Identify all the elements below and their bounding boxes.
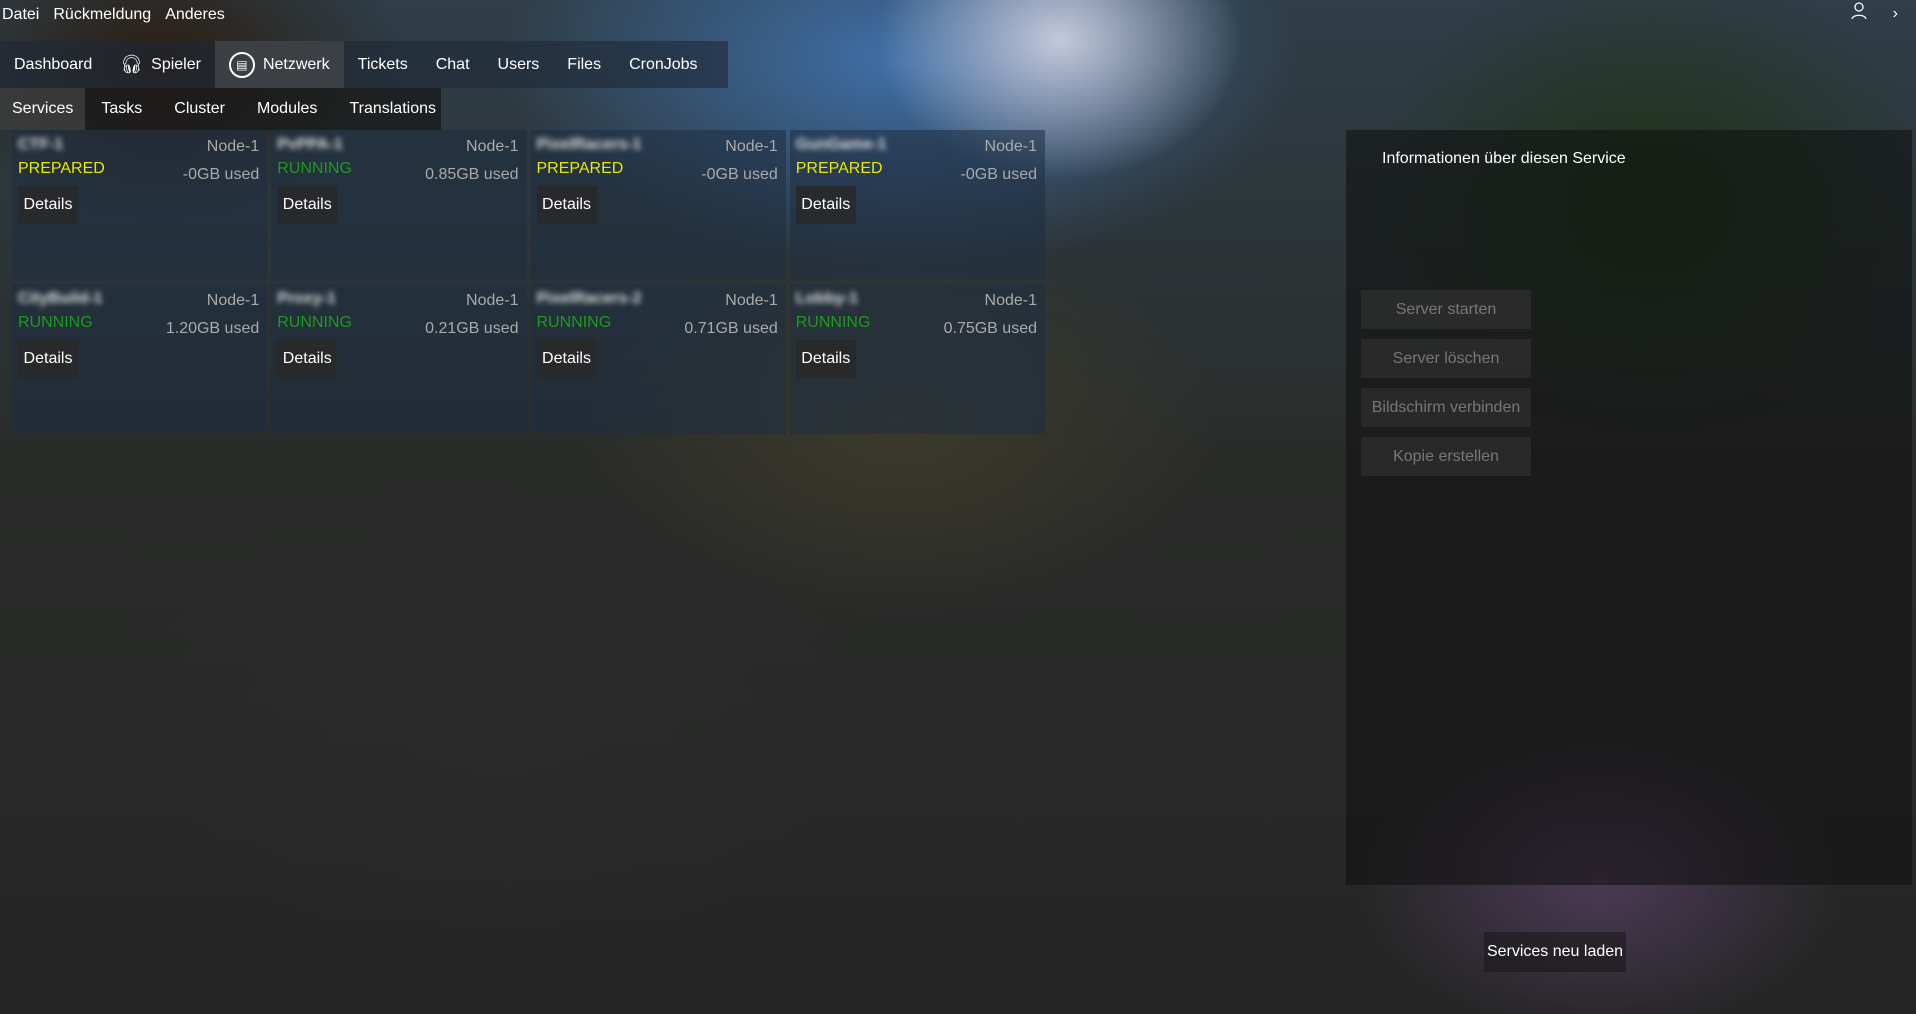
service-node: Node-1 xyxy=(206,292,260,309)
service-info-panel: Informationen über diesen Service Server… xyxy=(1346,130,1912,885)
tab-label: CronJobs xyxy=(629,55,698,73)
tab-label: Dashboard xyxy=(14,55,93,73)
status-badge: RUNNING xyxy=(18,314,93,331)
subtab-modules[interactable]: Modules xyxy=(241,88,333,130)
tab-label: Tickets xyxy=(357,55,408,73)
status-badge: PREPARED xyxy=(536,160,624,177)
tab-chat[interactable]: Chat xyxy=(422,41,484,88)
service-card: PvPPA-1 Node-1 RUNNING 0.85GB used Detai… xyxy=(271,130,527,280)
service-node: Node-1 xyxy=(725,292,778,309)
tab-cronjobs[interactable]: CronJobs xyxy=(615,41,711,88)
status-badge: RUNNING xyxy=(277,160,352,177)
memory-used: -0GB used xyxy=(182,166,260,183)
reload-services-button[interactable]: Services neu laden xyxy=(1484,932,1626,972)
service-node: Node-1 xyxy=(206,138,260,155)
details-button[interactable]: Details xyxy=(536,186,597,224)
service-node: Node-1 xyxy=(984,292,1037,309)
service-card: CityBuild-1 Node-1 RUNNING 1.20GB used D… xyxy=(12,284,268,434)
service-node: Node-1 xyxy=(984,138,1037,155)
status-badge: RUNNING xyxy=(536,314,612,331)
service-name: Lobby-1 xyxy=(795,290,858,307)
tab-label: Netzwerk xyxy=(262,55,330,73)
tab-users[interactable]: Users xyxy=(484,41,554,88)
main-nav: Dashboard 🎧︎ Spieler ▤ Netzwerk Tickets Chat Us… xyxy=(0,41,728,88)
service-node: Node-1 xyxy=(466,292,519,309)
menu-rueckmeldung[interactable]: Rückmeldung xyxy=(51,6,157,24)
service-name: PixelRacers-2 xyxy=(536,290,642,307)
start-server-button[interactable]: Server starten xyxy=(1361,290,1531,329)
subtab-translations[interactable]: Translations xyxy=(333,88,452,130)
service-card: GunGame-1 Node-1 PREPARED -0GB used Deta… xyxy=(789,130,1045,280)
delete-server-button[interactable]: Server löschen xyxy=(1361,339,1531,378)
service-name: CityBuild-1 xyxy=(18,290,103,307)
menu-anderes[interactable]: Anderes xyxy=(163,6,231,24)
service-name: GunGame-1 xyxy=(795,136,887,153)
memory-used: 0.21GB used xyxy=(425,320,519,337)
details-button[interactable]: Details xyxy=(795,340,856,378)
tab-netzwerk[interactable]: ▤ Netzwerk xyxy=(214,41,344,88)
details-button[interactable]: Details xyxy=(18,186,78,224)
details-button[interactable]: Details xyxy=(277,340,338,378)
subtab-services[interactable]: Services xyxy=(0,88,86,130)
details-button[interactable]: Details xyxy=(18,340,78,378)
chevron-right-icon[interactable]: › xyxy=(1893,5,1898,23)
details-button[interactable]: Details xyxy=(277,186,338,224)
service-name: CTF-1 xyxy=(18,136,64,153)
tab-files[interactable]: Files xyxy=(553,41,615,88)
panel-title: Informationen über diesen Service xyxy=(1382,150,1626,167)
service-card: PixelRacers-1 Node-1 PREPARED -0GB used … xyxy=(530,130,786,280)
status-badge: RUNNING xyxy=(795,314,871,331)
subtab-tasks[interactable]: Tasks xyxy=(85,88,158,130)
menu-bar: Datei Rückmeldung Anderes xyxy=(0,0,237,30)
server-icon: ▤ xyxy=(228,51,255,78)
memory-used: 1.20GB used xyxy=(165,320,260,337)
service-name: Proxy-1 xyxy=(277,290,336,307)
memory-used: 0.71GB used xyxy=(684,320,778,337)
details-button[interactable]: Details xyxy=(536,340,597,378)
memory-used: -0GB used xyxy=(701,166,778,183)
service-node: Node-1 xyxy=(466,138,519,155)
memory-used: 0.75GB used xyxy=(943,320,1037,337)
subtab-cluster[interactable]: Cluster xyxy=(158,88,241,130)
service-name: PvPPA-1 xyxy=(277,136,343,153)
service-grid: CTF-1 Node-1 PREPARED -0GB used Details P… xyxy=(12,130,1045,434)
service-card: PixelRacers-2 Node-1 RUNNING 0.71GB used… xyxy=(530,284,786,434)
tab-label: Users xyxy=(497,55,540,73)
user-icon[interactable] xyxy=(1851,2,1867,25)
tab-label: Spieler xyxy=(151,55,201,73)
copy-server-button[interactable]: Kopie erstellen xyxy=(1361,437,1531,476)
memory-used: -0GB used xyxy=(960,166,1037,183)
connect-screen-button[interactable]: Bildschirm verbinden xyxy=(1361,388,1531,427)
status-badge: PREPARED xyxy=(795,160,883,177)
tab-tickets[interactable]: Tickets xyxy=(344,41,422,88)
status-badge: PREPARED xyxy=(18,160,105,177)
service-name: PixelRacers-1 xyxy=(536,136,642,153)
headset-icon: 🎧︎ xyxy=(120,54,144,74)
service-node: Node-1 xyxy=(725,138,778,155)
service-card: Lobby-1 Node-1 RUNNING 0.75GB used Detai… xyxy=(789,284,1045,434)
tab-spieler[interactable]: 🎧︎ Spieler xyxy=(106,41,215,88)
details-button[interactable]: Details xyxy=(795,186,856,224)
menu-datei[interactable]: Datei xyxy=(0,6,45,24)
tab-label: Chat xyxy=(435,55,470,73)
memory-used: 0.85GB used xyxy=(425,166,519,183)
sub-nav: Services Tasks Cluster Modules Translations xyxy=(0,88,441,130)
tab-label: Files xyxy=(567,55,602,73)
status-badge: RUNNING xyxy=(277,314,352,331)
service-card: Proxy-1 Node-1 RUNNING 0.21GB used Detai… xyxy=(271,284,527,434)
service-card: CTF-1 Node-1 PREPARED -0GB used Details xyxy=(12,130,268,280)
tab-dashboard[interactable]: Dashboard xyxy=(0,41,106,88)
